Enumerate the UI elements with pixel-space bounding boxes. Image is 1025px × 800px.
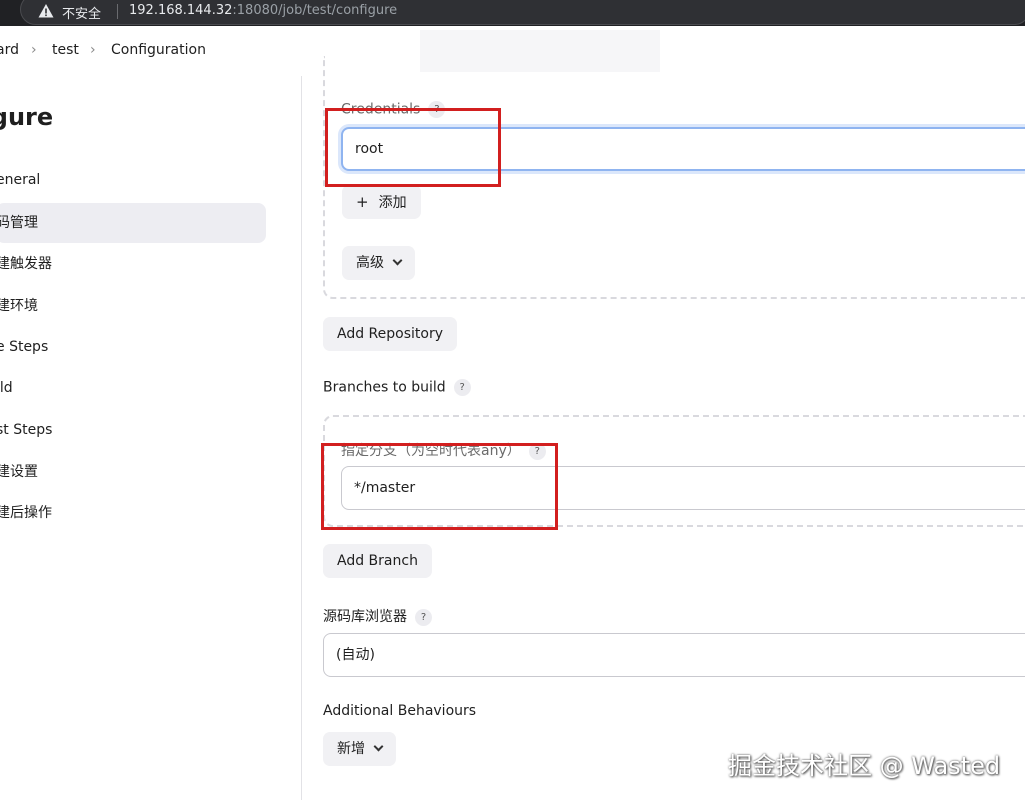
sidebar-item-post-build[interactable]: 建后操作 bbox=[0, 493, 266, 533]
security-label[interactable]: 不安全 bbox=[62, 3, 101, 22]
breadcrumb-separator: › bbox=[90, 42, 96, 58]
back-icon[interactable]: ‹ bbox=[0, 3, 1, 18]
sidebar-item-label: 码管理 bbox=[0, 215, 38, 231]
add-behaviour-label: 新增 bbox=[337, 741, 365, 757]
sidebar-item-post-steps[interactable]: st Steps bbox=[0, 410, 266, 450]
sidebar-item-label: st Steps bbox=[0, 422, 53, 438]
sidebar-item-build[interactable]: ild bbox=[0, 368, 266, 408]
sidebar-item-scm[interactable]: 码管理 bbox=[0, 203, 266, 243]
url-path: :18080/job/test/configure bbox=[232, 3, 398, 18]
branches-label-text: Branches to build bbox=[323, 379, 446, 396]
breadcrumb-test[interactable]: test bbox=[52, 42, 79, 58]
plus-icon: + bbox=[356, 193, 369, 211]
sidebar-item-label: ild bbox=[0, 380, 13, 396]
add-repository-button[interactable]: Add Repository bbox=[323, 317, 457, 351]
warning-icon[interactable] bbox=[38, 3, 54, 19]
url-host: 192.168.144.32 bbox=[129, 3, 233, 18]
add-branch-button[interactable]: Add Branch bbox=[323, 544, 432, 578]
url-text[interactable]: 192.168.144.32:18080/job/test/configure bbox=[129, 3, 397, 18]
sidebar-item-environment[interactable]: 建环境 bbox=[0, 286, 266, 326]
additional-behaviours-label: Additional Behaviours bbox=[323, 703, 477, 719]
address-separator bbox=[117, 4, 118, 19]
breadcrumb-dashboard[interactable]: ard bbox=[0, 42, 19, 58]
branches-label: Branches to build? bbox=[323, 379, 471, 396]
repo-browser-select[interactable]: (自动) bbox=[323, 633, 1025, 677]
add-behaviour-button[interactable]: 新增 bbox=[323, 732, 396, 766]
sidebar-item-label: 建环境 bbox=[0, 298, 38, 314]
sidebar-item-label: 建后操作 bbox=[0, 505, 52, 521]
add-credentials-label: 添加 bbox=[378, 195, 407, 211]
help-icon[interactable]: ? bbox=[453, 379, 471, 396]
sidebar-item-build-settings[interactable]: 建设置 bbox=[0, 452, 266, 492]
help-icon[interactable]: ? bbox=[415, 608, 432, 626]
sidebar-item-label: eneral bbox=[0, 172, 41, 188]
repo-browser-label: 源码库浏览器? bbox=[323, 606, 432, 626]
sidebar-item-general[interactable]: eneral bbox=[0, 160, 266, 200]
highlight-box-branch bbox=[321, 443, 558, 530]
sidebar-item-label: 建触发器 bbox=[0, 256, 52, 272]
breadcrumb-separator: › bbox=[31, 42, 37, 58]
watermark: 掘金技术社区 @ Wasted bbox=[728, 752, 1001, 780]
repo-browser-label-text: 源码库浏览器 bbox=[323, 609, 407, 625]
sidebar-item-label: 建设置 bbox=[0, 464, 38, 480]
sidebar-item-label: e Steps bbox=[0, 339, 49, 355]
sidebar-item-pre-steps[interactable]: e Steps bbox=[0, 327, 266, 367]
add-credentials-button[interactable]: + 添加 bbox=[342, 185, 421, 219]
advanced-label: 高级 bbox=[356, 255, 384, 271]
chevron-down-icon bbox=[373, 741, 384, 752]
advanced-button[interactable]: 高级 bbox=[342, 246, 415, 280]
chevron-down-icon bbox=[392, 255, 403, 266]
highlight-box-credentials bbox=[325, 108, 501, 187]
browser-address-bar: ‹ 不安全 192.168.144.32:18080/job/test/conf… bbox=[0, 0, 1025, 26]
page-title: figure bbox=[0, 103, 54, 131]
sidebar-item-triggers[interactable]: 建触发器 bbox=[0, 244, 266, 284]
breadcrumb-configuration[interactable]: Configuration bbox=[111, 42, 206, 58]
